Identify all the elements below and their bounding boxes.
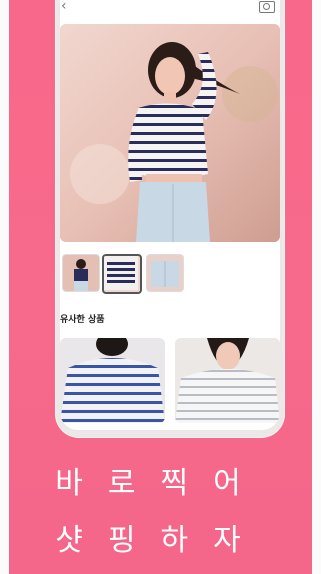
thumbnail-3[interactable]: [146, 254, 184, 292]
top-bar: ‹: [60, 0, 280, 18]
tagline-line-1: 바로찍어: [55, 466, 266, 501]
app-screen: ‹ 유사한 상품: [60, 0, 280, 430]
hero-illustration: [60, 24, 280, 242]
similar-products-title: 유사한 상품: [60, 315, 105, 325]
camera-icon[interactable]: [259, 1, 275, 13]
product-hero-image: [60, 24, 280, 242]
thumbnail-1-image: [63, 255, 99, 291]
thumbnail-3-image: [147, 255, 183, 291]
thumbnail-1[interactable]: [62, 254, 100, 292]
similar-item-1-image: [60, 338, 165, 423]
similar-item-1[interactable]: [60, 338, 165, 423]
thumbnail-strip: [60, 254, 280, 294]
back-chevron-icon[interactable]: ‹: [61, 0, 67, 14]
similar-item-2[interactable]: [175, 338, 280, 423]
tagline-line-2: 샷핑하자: [55, 523, 266, 558]
similar-item-2-image: [175, 338, 280, 423]
thumbnail-2[interactable]: [102, 254, 142, 294]
thumbnail-2-image: [104, 256, 138, 290]
